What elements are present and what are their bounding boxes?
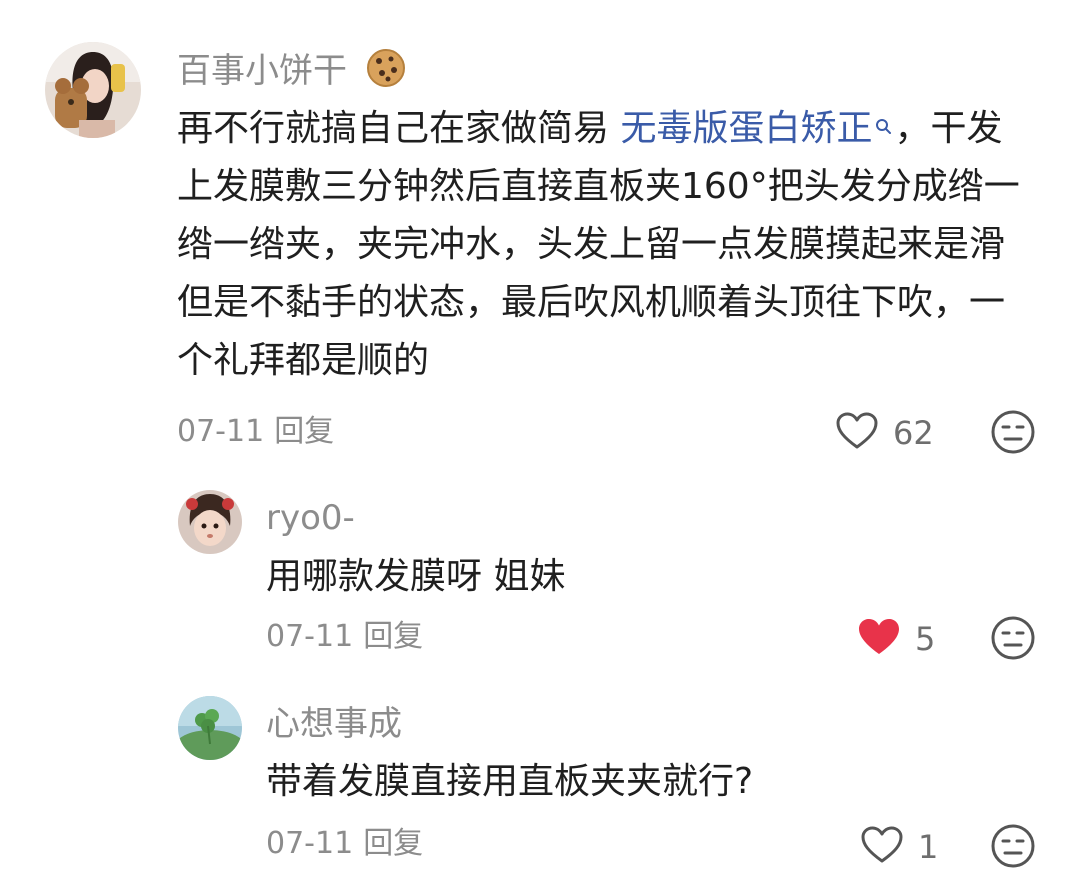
reply-username[interactable]: ryo0- [266,498,355,538]
neutral-face-icon [990,824,1036,873]
search-icon [874,100,894,158]
heart-filled-icon [857,617,901,661]
dislike-button[interactable] [990,615,1036,665]
neutral-face-icon [990,616,1036,665]
heart-outline-icon [835,411,879,455]
search-link[interactable]: 无毒版蛋白矫正 [620,108,894,149]
reply-username[interactable]: 心想事成 [266,704,402,744]
reply-button[interactable]: 回复 [363,619,423,654]
comment-text-part1: 再不行就搞自己在家做简易 [177,108,621,149]
comment-body: 再不行就搞自己在家做简易 无毒版蛋白矫正 ，干发上发膜敷三分钟然后直接直板夹160… [177,100,1027,390]
comment-meta: 07-11 回复 [177,414,334,450]
reply-avatar[interactable] [178,696,242,760]
dislike-button[interactable] [990,823,1036,873]
reply-button[interactable]: 回复 [274,414,334,449]
like-count: 5 [915,620,936,658]
reply-date: 07-11 [266,826,354,861]
like-button[interactable]: 62 [835,411,934,455]
commenter-username[interactable]: 百事小饼干 [177,48,406,97]
reply-body: 用哪款发膜呀 姐妹 [266,556,566,597]
commenter-avatar[interactable] [45,42,141,138]
reply-meta: 07-11 回复 [266,826,423,862]
username-text: 百事小饼干 [177,51,347,91]
reply-date: 07-11 [266,619,354,654]
reply-avatar[interactable] [178,490,242,554]
comment-date: 07-11 [177,414,265,449]
reply-body: 带着发膜直接用直板夹夹就行? [266,761,754,802]
cookie-icon [366,48,406,97]
reply-meta: 07-11 回复 [266,619,423,655]
like-button[interactable]: 1 [860,825,938,869]
like-count: 1 [918,828,939,866]
dislike-button[interactable] [990,409,1036,459]
search-link-text: 无毒版蛋白矫正 [620,108,873,149]
like-count: 62 [893,414,934,452]
neutral-face-icon [990,410,1036,459]
like-button[interactable]: 5 [857,617,935,661]
heart-outline-icon [860,825,904,869]
reply-button[interactable]: 回复 [363,826,423,861]
